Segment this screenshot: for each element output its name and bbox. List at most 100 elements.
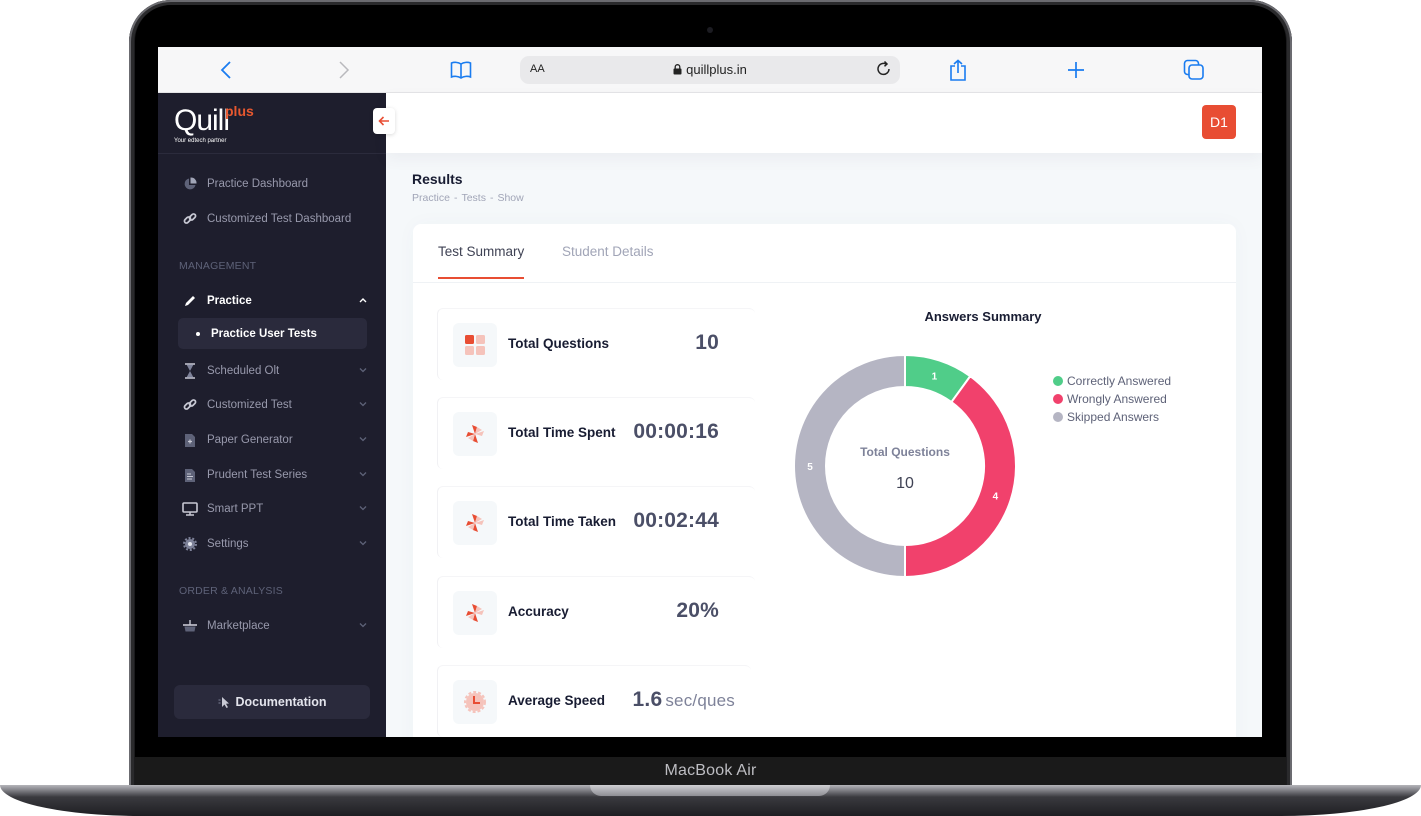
stat-average-speed: Average Speed 1.6 sec/ques (437, 665, 751, 737)
pencil-icon (181, 292, 199, 310)
breadcrumb-separator: - (453, 192, 458, 204)
hourglass-icon (181, 362, 199, 380)
sidebar-subitem-practice-user-tests[interactable]: Practice User Tests (178, 318, 367, 349)
stat-value: 20% (676, 599, 719, 622)
stat-value: 00:02:44 (633, 509, 719, 532)
logo-name: Quill (174, 104, 230, 137)
monitor-icon (181, 500, 199, 518)
sidebar-item-settings[interactable]: Settings (178, 529, 368, 559)
donut-data-label: 5 (807, 462, 813, 473)
pinwheel-icon (453, 501, 497, 545)
gear-icon (181, 535, 199, 553)
new-tab-icon[interactable] (1064, 58, 1088, 82)
legend-marker (1053, 412, 1063, 422)
sidebar-item-customized-test-dashboard[interactable]: Customized Test Dashboard (178, 204, 368, 234)
lock-icon (673, 64, 682, 75)
breadcrumb-separator: - (489, 192, 494, 204)
screen: AA quillplus.in Quill plus Your edtech p… (158, 47, 1262, 737)
breadcrumb-item[interactable]: Tests (461, 192, 486, 204)
chevron-down-icon (358, 469, 368, 479)
chevron-down-icon (358, 620, 368, 630)
stat-total-time-taken: Total Time Taken 00:02:44 (437, 486, 755, 558)
document-icon (181, 466, 199, 484)
legend-item-correct[interactable]: Correctly Answered (1053, 372, 1171, 390)
stat-value: 1.6 sec/ques (632, 688, 735, 711)
divider (158, 153, 386, 154)
pinwheel-icon (453, 412, 497, 456)
logo-tagline: Your edtech partner (174, 138, 227, 144)
forward-icon[interactable] (332, 58, 356, 82)
donut-data-label: 4 (993, 491, 999, 502)
tab-student-details[interactable]: Student Details (562, 244, 654, 275)
documentation-button[interactable]: Documentation (174, 685, 370, 719)
url-text: quillplus.in (686, 62, 747, 77)
stat-value: 10 (695, 331, 719, 354)
document-plus-icon (181, 431, 199, 449)
laptop-notch (590, 785, 830, 796)
sidebar-item-practice-dashboard[interactable]: Practice Dashboard (178, 169, 368, 199)
stat-total-questions: Total Questions 10 (437, 308, 755, 380)
link-icon (181, 396, 199, 414)
user-avatar[interactable]: D1 (1202, 105, 1236, 139)
section-title-order-analysis: ORDER & ANALYSIS (179, 585, 283, 597)
donut-center-label: Total Questions (860, 445, 950, 459)
chart-title: Answers Summary (924, 309, 1042, 324)
donut-center-value: 10 (896, 475, 914, 492)
device-label: MacBook Air (664, 762, 757, 779)
sidebar-item-prudent-test-series[interactable]: Prudent Test Series (178, 460, 368, 490)
tab-bar: Test Summary Student Details (413, 224, 1236, 283)
camera (707, 27, 713, 33)
chevron-down-icon (358, 503, 368, 513)
sidebar-toggle-button[interactable] (373, 108, 395, 134)
sidebar-item-scheduled-olt[interactable]: Scheduled Olt (178, 356, 368, 386)
link-icon (181, 210, 199, 228)
brand-logo[interactable]: Quill plus Your edtech partner (174, 103, 274, 149)
breadcrumb-item: Show (497, 192, 524, 204)
donut-slice-wrong[interactable] (904, 374, 1017, 578)
cursor-icon (218, 697, 229, 708)
sidebar-item-smart-ppt[interactable]: Smart PPT (178, 494, 368, 524)
tabs-icon[interactable] (1182, 58, 1206, 82)
tab-test-summary[interactable]: Test Summary (438, 244, 525, 279)
legend-marker (1053, 394, 1063, 404)
results-card: Test Summary Student Details Total Quest… (413, 224, 1236, 737)
section-title-management: MANAGEMENT (179, 260, 257, 272)
sidebar-item-customized-test[interactable]: Customized Test (178, 390, 368, 420)
stat-value: 00:00:16 (633, 420, 719, 443)
chart-legend: Correctly Answered Wrongly Answered Skip… (1053, 372, 1171, 426)
chevron-down-icon (358, 365, 368, 375)
stat-total-time-spent: Total Time Spent 00:00:16 (437, 397, 755, 469)
legend-marker (1053, 376, 1063, 386)
bookmarks-icon[interactable] (449, 58, 473, 82)
pinwheel-icon (453, 591, 497, 635)
donut-data-label: 1 (932, 372, 938, 383)
breadcrumb: Practice - Tests - Show (412, 192, 524, 204)
answers-donut-chart: 1 4 5 Total Questions 10 (793, 354, 1017, 578)
chevron-down-icon (358, 434, 368, 444)
clock-icon (453, 680, 497, 724)
legend-item-wrong[interactable]: Wrongly Answered (1053, 390, 1171, 408)
page-title: Results (412, 171, 463, 187)
sidebar-item-paper-generator[interactable]: Paper Generator (178, 425, 368, 455)
back-icon[interactable] (214, 58, 238, 82)
browser-toolbar: AA quillplus.in (158, 47, 1262, 93)
chevron-up-icon (358, 295, 368, 305)
bullet (196, 331, 200, 336)
sidebar-item-marketplace[interactable]: Marketplace (178, 611, 368, 641)
chevron-down-icon (358, 538, 368, 548)
breadcrumb-item[interactable]: Practice (412, 192, 450, 204)
pie-chart-icon (181, 175, 199, 193)
legend-item-skipped[interactable]: Skipped Answers (1053, 408, 1171, 426)
logo-superscript: plus (225, 103, 254, 119)
chevron-down-icon (358, 399, 368, 409)
sidebar-item-practice[interactable]: Practice (178, 286, 368, 316)
grid-icon (453, 323, 497, 367)
basket-icon (181, 617, 199, 635)
address-bar[interactable]: AA quillplus.in (520, 56, 900, 84)
stat-accuracy: Accuracy 20% (437, 576, 755, 648)
top-header: D1 (386, 93, 1262, 153)
arrow-left-icon (378, 116, 389, 126)
reload-icon[interactable] (875, 60, 893, 83)
sidebar: Quill plus Your edtech partner Practice … (158, 93, 395, 737)
share-icon[interactable] (946, 58, 970, 82)
